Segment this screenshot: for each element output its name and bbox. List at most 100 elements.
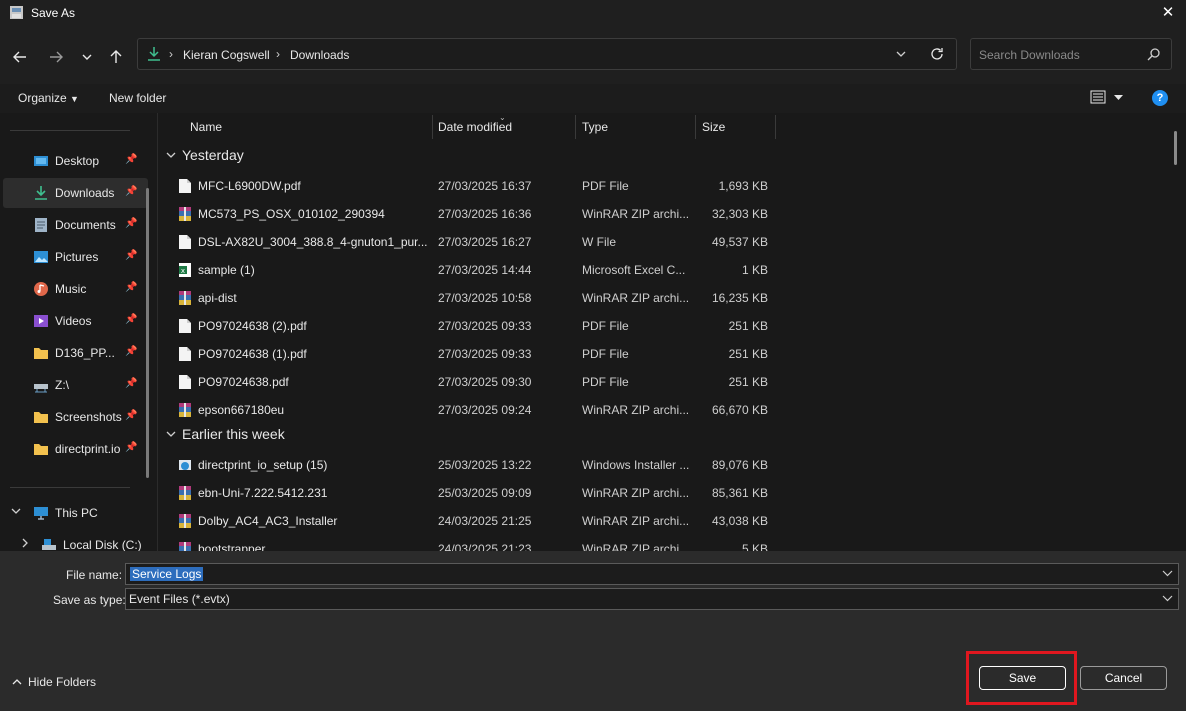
sidebar-item-downloads[interactable]: Downloads 📌 <box>3 178 148 208</box>
address-bar[interactable]: › Kieran Cogswell › Downloads <box>137 38 957 70</box>
chevron-down-icon[interactable] <box>11 505 21 519</box>
file-row[interactable]: MC573_PS_OSX_010102_290394 27/03/2025 16:… <box>158 199 778 227</box>
sidebar-scrollbar[interactable] <box>146 188 149 478</box>
sidebar-item-directprint[interactable]: directprint.io 📌 <box>3 434 148 464</box>
file-date: 25/03/2025 09:09 <box>438 486 532 500</box>
chevron-down-icon[interactable] <box>166 426 176 442</box>
file-row[interactable]: api-dist 27/03/2025 10:58 WinRAR ZIP archi… <box>158 283 778 311</box>
column-separator[interactable] <box>575 115 576 139</box>
search-box[interactable]: Search Downloads <box>970 38 1172 70</box>
file-row[interactable]: Dolby_AC4_AC3_Installer 24/03/2025 21:25 W… <box>158 506 778 534</box>
breadcrumb-downloads[interactable]: Downloads <box>290 48 349 62</box>
divider <box>10 487 130 488</box>
file-name: DSL-AX82U_3004_388.8_4-gnuton1_pur... <box>198 235 428 249</box>
hide-folders-button[interactable]: Hide Folders <box>12 675 96 689</box>
file-type: PDF File <box>582 347 629 361</box>
download-icon <box>148 47 160 61</box>
file-size: 32,303 KB <box>711 207 768 221</box>
installer-icon <box>178 457 192 473</box>
sidebar-item-this-pc[interactable]: This PC <box>3 498 148 528</box>
file-size: 251 KB <box>728 347 768 361</box>
pin-icon: 📌 <box>125 442 138 453</box>
svg-text:x: x <box>181 267 185 275</box>
pdf-file-icon <box>178 318 192 334</box>
group-header[interactable]: Yesterday <box>166 147 244 163</box>
address-history-icon[interactable] <box>895 48 907 60</box>
save-type-select[interactable]: Event Files (*.evtx) <box>125 588 1179 610</box>
pdf-file-icon <box>178 178 192 194</box>
up-button[interactable] <box>105 46 127 68</box>
file-size: 5 KB <box>741 542 768 551</box>
breadcrumb-separator: › <box>169 47 173 61</box>
cancel-button[interactable]: Cancel <box>1080 666 1167 690</box>
column-separator[interactable] <box>432 115 433 139</box>
sidebar-item-label: This PC <box>55 506 98 520</box>
chevron-down-icon[interactable] <box>166 147 176 163</box>
file-row[interactable]: MFC-L6900DW.pdf 27/03/2025 16:37 PDF File 1… <box>158 171 778 199</box>
pdf-file-icon <box>178 374 192 390</box>
back-button[interactable] <box>9 46 31 68</box>
file-row[interactable]: x sample (1) 27/03/2025 14:44 Microsoft Exc… <box>158 255 778 283</box>
file-name: PO97024638.pdf <box>198 375 289 389</box>
save-type-label: Save as type: <box>53 593 126 607</box>
file-list-scrollbar[interactable] <box>1174 131 1177 165</box>
sidebar-item-z-drive[interactable]: Z:\ 📌 <box>3 370 148 400</box>
group-header[interactable]: Earlier this week <box>166 426 285 442</box>
column-header-name[interactable]: Name <box>190 120 222 134</box>
breadcrumb-user[interactable]: Kieran Cogswell <box>183 48 270 62</box>
save-type-value[interactable]: Event Files (*.evtx) <box>129 592 230 606</box>
file-type: WinRAR ZIP archi... <box>582 542 690 551</box>
file-name: epson667180eu <box>198 403 285 417</box>
refresh-icon[interactable] <box>930 47 944 61</box>
sidebar-item-label: Documents <box>55 218 116 232</box>
file-row[interactable]: PO97024638 (2).pdf 27/03/2025 09:33 PDF Fi… <box>158 311 778 339</box>
file-row[interactable]: PO97024638 (1).pdf 27/03/2025 09:33 PDF Fi… <box>158 339 778 367</box>
folder-icon <box>34 412 48 423</box>
file-size: 251 KB <box>728 375 768 389</box>
forward-button[interactable] <box>45 46 67 68</box>
file-row[interactable]: DSL-AX82U_3004_388.8_4-gnuton1_pur... 27/… <box>158 227 778 255</box>
file-size: 49,537 KB <box>711 235 768 249</box>
chevron-right-icon[interactable] <box>20 537 30 551</box>
sidebar-item-d136-folder[interactable]: D136_PP... 📌 <box>3 338 148 368</box>
sidebar-item-videos[interactable]: Videos 📌 <box>3 306 148 336</box>
recent-locations-button[interactable] <box>76 46 98 68</box>
caret-down-icon[interactable] <box>1114 93 1123 102</box>
sidebar-item-screenshots[interactable]: Screenshots 📌 <box>3 402 148 432</box>
file-row[interactable]: directprint_io_setup (15) 25/03/2025 13:2… <box>158 450 778 478</box>
search-input[interactable]: Search Downloads <box>979 48 1080 62</box>
file-row[interactable]: PO97024638.pdf 27/03/2025 09:30 PDF File 25… <box>158 367 778 395</box>
column-separator[interactable] <box>695 115 696 139</box>
sidebar-item-desktop[interactable]: Desktop 📌 <box>3 146 148 176</box>
sidebar-item-pictures[interactable]: Pictures 📌 <box>3 242 148 272</box>
help-icon[interactable]: ? <box>1152 90 1168 106</box>
column-header-date[interactable]: Date modified <box>438 120 512 134</box>
file-name-value[interactable]: Service Logs <box>130 567 204 581</box>
organize-menu[interactable]: Organize ▼ <box>18 91 79 105</box>
file-row[interactable]: epson667180eu 27/03/2025 09:24 WinRAR ZIP … <box>158 395 778 423</box>
sidebar-item-music[interactable]: Music 📌 <box>3 274 148 304</box>
file-row[interactable]: ebn-Uni-7.222.5412.231 25/03/2025 09:09 Wi… <box>158 478 778 506</box>
sidebar-item-local-disk[interactable]: Local Disk (C:) <box>3 530 148 551</box>
file-date: 27/03/2025 09:30 <box>438 375 532 389</box>
breadcrumb-separator: › <box>276 47 280 61</box>
new-folder-button[interactable]: New folder <box>109 91 166 105</box>
sidebar-item-documents[interactable]: Documents 📌 <box>3 210 148 240</box>
file-date: 27/03/2025 09:33 <box>438 347 532 361</box>
file-type: WinRAR ZIP archi... <box>582 514 690 528</box>
column-header-size[interactable]: Size <box>702 120 725 134</box>
chevron-down-icon[interactable] <box>1162 568 1173 579</box>
close-button[interactable]: ✕ <box>1150 0 1186 26</box>
file-row[interactable]: bootstrapper 24/03/2025 21:23 WinRAR ZIP a… <box>158 534 778 551</box>
arrow-left-icon <box>13 51 26 63</box>
column-header-type[interactable]: Type <box>582 120 608 134</box>
file-name-input[interactable]: Service Logs <box>125 563 1179 585</box>
group-label: Yesterday <box>182 147 244 163</box>
folder-icon <box>34 348 48 359</box>
chevron-down-icon[interactable] <box>1162 593 1173 604</box>
view-options-icon[interactable] <box>1090 89 1106 105</box>
file-date: 27/03/2025 09:33 <box>438 319 532 333</box>
winrar-archive-icon <box>178 290 192 306</box>
save-button[interactable]: Save <box>979 666 1066 690</box>
column-separator[interactable] <box>775 115 776 139</box>
